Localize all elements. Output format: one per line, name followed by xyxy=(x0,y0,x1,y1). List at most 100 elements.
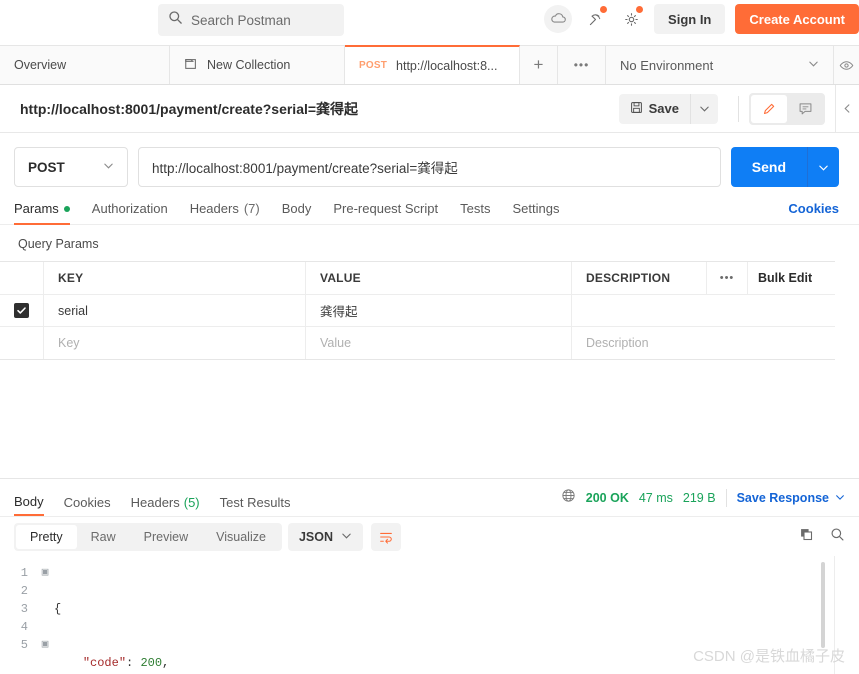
search-input[interactable]: Search Postman xyxy=(158,4,344,36)
line-number: 1 xyxy=(20,566,28,580)
save-options-caret[interactable] xyxy=(690,93,718,124)
response-view-actions xyxy=(799,527,845,547)
row-key-value[interactable]: serial xyxy=(58,304,88,318)
send-group: Send xyxy=(730,147,839,187)
notification-badge xyxy=(600,6,608,13)
table-header-row: KEY VALUE DESCRIPTION ••• Bulk Edit xyxy=(0,262,835,295)
url-input[interactable]: http://localhost:8001/payment/create?ser… xyxy=(138,147,721,187)
value-placeholder[interactable]: Value xyxy=(320,336,351,350)
pencil-icon[interactable] xyxy=(751,94,787,123)
fold-marker: ▣ xyxy=(41,567,49,579)
top-bar-actions: Sign In Create Account xyxy=(544,4,859,34)
search-placeholder: Search Postman xyxy=(191,12,291,28)
tab-new-collection-label: New Collection xyxy=(207,58,291,72)
create-account-button[interactable]: Create Account xyxy=(735,4,859,34)
request-tab-bar: Params Authorization Headers (7) Body Pr… xyxy=(0,187,859,225)
response-tab-body[interactable]: Body xyxy=(14,479,44,516)
view-mode-visualize[interactable]: Visualize xyxy=(202,525,280,549)
satellite-notification-icon[interactable] xyxy=(582,6,608,32)
request-title-actions: Save xyxy=(618,85,859,132)
json-code-value: 200 xyxy=(140,656,163,670)
response-tab-headers-label: Headers xyxy=(130,495,180,510)
collection-icon xyxy=(184,57,198,74)
chevron-down-icon xyxy=(103,160,114,174)
description-placeholder[interactable]: Description xyxy=(586,336,649,350)
environment-selector[interactable]: No Environment xyxy=(606,46,833,84)
save-response-button[interactable]: Save Response xyxy=(737,491,845,505)
tab-active-request[interactable]: POST http://localhost:8... xyxy=(345,45,520,84)
vertical-scrollbar[interactable] xyxy=(821,562,825,648)
bulk-edit-button[interactable]: Bulk Edit xyxy=(747,262,835,294)
response-size: 219 B xyxy=(682,490,716,505)
search-icon xyxy=(168,10,183,30)
gear-icon[interactable] xyxy=(618,6,644,32)
settings-badge xyxy=(636,6,644,13)
tab-headers[interactable]: Headers (7) xyxy=(190,201,260,225)
response-format-value: JSON xyxy=(298,529,333,544)
code-line-1: { xyxy=(54,602,62,616)
eye-icon[interactable] xyxy=(833,46,859,84)
query-params-table: KEY VALUE DESCRIPTION ••• Bulk Edit seri… xyxy=(0,261,835,360)
response-status-group: 200 OK 47 ms 219 B Save Response xyxy=(561,488,845,508)
header-checkbox-cell xyxy=(0,262,44,294)
save-button[interactable]: Save xyxy=(619,94,690,124)
view-mode-pretty[interactable]: Pretty xyxy=(16,524,77,549)
code-lines: { "code": 200, "message": "插入数据库成功", "da… xyxy=(54,564,268,674)
row-checkbox[interactable] xyxy=(14,303,29,318)
search-icon[interactable] xyxy=(830,527,845,547)
tab-new-collection[interactable]: New Collection xyxy=(170,46,345,84)
key-placeholder[interactable]: Key xyxy=(58,336,80,350)
save-response-label: Save Response xyxy=(736,490,829,505)
query-params-label: Query Params xyxy=(18,237,99,251)
column-header-key: KEY xyxy=(58,271,84,285)
cloud-sync-icon[interactable] xyxy=(544,5,573,33)
tab-headers-count: (7) xyxy=(243,201,260,216)
request-title-bar: http://localhost:8001/payment/create?ser… xyxy=(0,85,859,133)
word-wrap-icon[interactable] xyxy=(371,522,401,551)
cookies-link[interactable]: Cookies xyxy=(788,201,839,225)
send-options-caret[interactable] xyxy=(807,147,839,187)
tab-params[interactable]: Params xyxy=(14,201,70,225)
response-format-select[interactable]: JSON xyxy=(287,522,363,551)
column-header-value: VALUE xyxy=(320,271,361,285)
send-button[interactable]: Send xyxy=(731,147,807,187)
tab-options-button[interactable]: ••• xyxy=(558,46,606,84)
response-tab-cookies[interactable]: Cookies xyxy=(64,479,111,516)
chevron-down-icon xyxy=(808,58,819,72)
new-tab-button[interactable]: + xyxy=(520,46,558,84)
tab-tests[interactable]: Tests xyxy=(460,201,490,225)
tab-body[interactable]: Body xyxy=(282,201,312,225)
params-active-dot xyxy=(63,205,70,212)
fold-marker: ▣ xyxy=(41,639,49,651)
tab-pre-request-script[interactable]: Pre-request Script xyxy=(333,201,438,225)
table-row-empty[interactable]: Key Value Description xyxy=(0,327,835,359)
copy-icon[interactable] xyxy=(799,527,814,547)
view-mode-raw[interactable]: Raw xyxy=(77,525,130,549)
sign-in-button[interactable]: Sign In xyxy=(654,4,726,34)
query-params-section: Query Params KEY VALUE DESCRIPTION ••• B… xyxy=(0,224,859,360)
response-tab-test-results[interactable]: Test Results xyxy=(220,479,291,516)
response-tab-headers-count: (5) xyxy=(183,495,200,510)
tab-authorization[interactable]: Authorization xyxy=(92,201,168,225)
tab-settings[interactable]: Settings xyxy=(512,201,559,225)
view-mode-preview[interactable]: Preview xyxy=(130,525,202,549)
environment-label: No Environment xyxy=(620,57,714,73)
table-row[interactable]: serial 龚得起 xyxy=(0,295,835,327)
response-body-viewer[interactable]: 1 2 3 4 5 ▣ ▣ { "code": 200, "message": … xyxy=(0,556,859,674)
response-tab-headers[interactable]: Headers (5) xyxy=(131,479,200,516)
http-method-select[interactable]: POST xyxy=(14,147,128,187)
row-value-value[interactable]: 龚得起 xyxy=(320,301,358,320)
code-fold-column[interactable]: ▣ ▣ xyxy=(36,564,54,674)
tab-overview[interactable]: Overview xyxy=(0,46,170,84)
tab-request-method: POST xyxy=(359,60,388,71)
floppy-disk-icon xyxy=(630,101,643,117)
params-more-button[interactable]: ••• xyxy=(706,262,747,294)
panel-collapse-button[interactable] xyxy=(835,85,859,132)
status-badge: 200 OK xyxy=(585,490,629,505)
comment-icon[interactable] xyxy=(787,95,823,123)
column-header-description: DESCRIPTION xyxy=(586,271,671,285)
http-method-value: POST xyxy=(28,159,65,175)
workspace-tab-strip: Overview New Collection POST http://loca… xyxy=(0,45,859,85)
